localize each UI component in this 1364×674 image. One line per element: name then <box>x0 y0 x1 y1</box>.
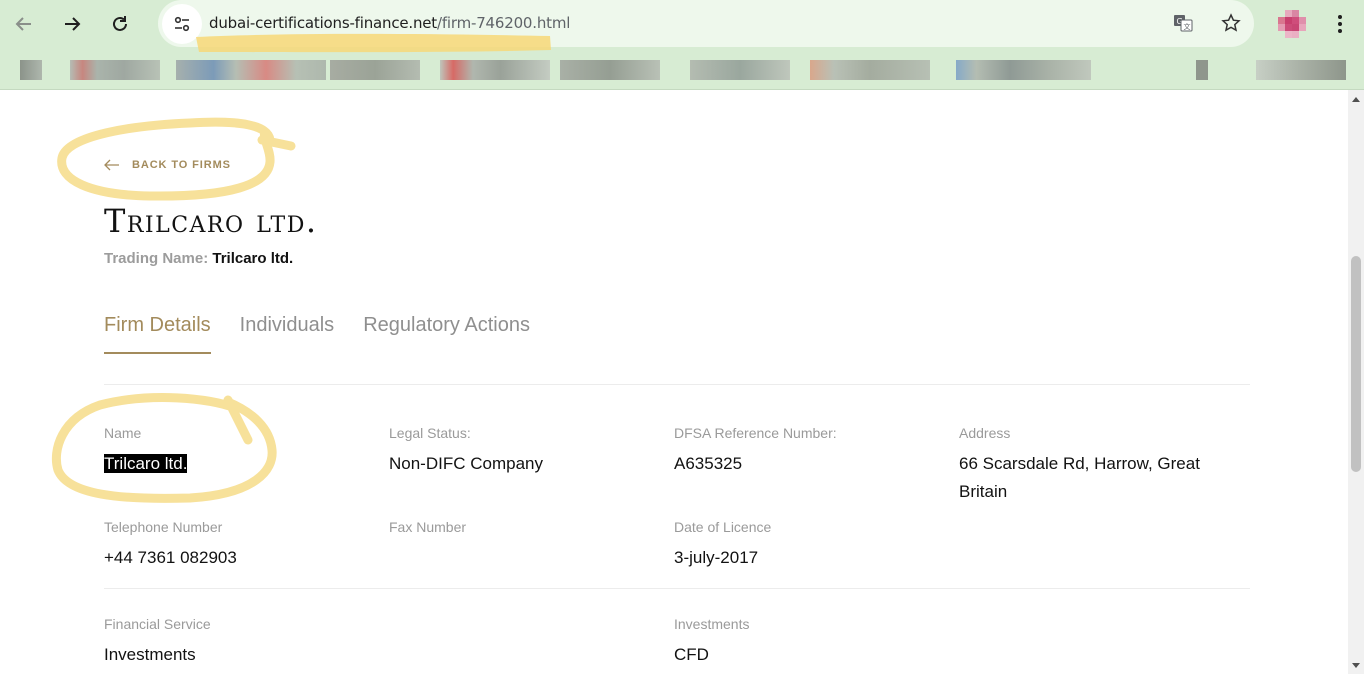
field-value: 3-july-2017 <box>674 548 759 567</box>
field-licence-date: Date of Licence 3-july-2017 <box>674 518 944 572</box>
field-financial-service: Financial Service Investments <box>104 615 374 669</box>
field-value: 66 Scarsdale Rd, Harrow, Great Britain <box>959 454 1200 501</box>
tab-regulatory-actions[interactable]: Regulatory Actions <box>363 314 530 354</box>
arrow-left-icon <box>104 159 119 171</box>
field-label: DFSA Reference Number: <box>674 425 837 441</box>
field-dfsa-reference: DFSA Reference Number: A635325 <box>674 424 944 478</box>
field-fax: Fax Number <box>389 518 659 544</box>
field-value: CFD <box>674 645 709 664</box>
trading-name-label: Trading Name: <box>104 250 209 267</box>
svg-text:文: 文 <box>1184 22 1191 31</box>
back-icon[interactable] <box>8 8 40 40</box>
divider <box>104 384 1250 385</box>
bookmark-item[interactable] <box>1196 60 1208 80</box>
star-icon[interactable] <box>1219 11 1243 35</box>
field-label: Address <box>959 425 1011 441</box>
profile-avatar[interactable] <box>1278 10 1306 38</box>
tab-firm-details[interactable]: Firm Details <box>104 314 211 354</box>
back-to-firms-link[interactable]: BACK TO FIRMS <box>104 159 231 171</box>
trading-name: Trading Name: Trilcaro ltd. <box>104 250 293 267</box>
field-label: Fax Number <box>389 519 467 535</box>
back-link-label: BACK TO FIRMS <box>132 159 231 171</box>
field-value: +44 7361 082903 <box>104 548 237 567</box>
field-label: Date of Licence <box>674 519 772 535</box>
field-label: Telephone Number <box>104 519 223 535</box>
field-address: Address 66 Scarsdale Rd, Harrow, Great B… <box>959 424 1219 506</box>
field-name: Name Trilcaro ltd. <box>104 424 374 478</box>
field-value: Trilcaro ltd. <box>104 450 374 478</box>
field-label: Investments <box>674 616 750 632</box>
bookmark-item[interactable] <box>176 60 326 80</box>
bookmarks-bar <box>0 52 1364 88</box>
bookmark-item[interactable] <box>440 60 550 80</box>
page-content: BACK TO FIRMS Trilcaro ltd. Trading Name… <box>0 90 1348 674</box>
bookmark-item[interactable] <box>956 60 1091 80</box>
bookmark-item[interactable] <box>330 60 420 80</box>
field-legal-status: Legal Status: Non-DIFC Company <box>389 424 659 478</box>
trading-name-value: Trilcaro ltd. <box>212 250 294 267</box>
scroll-thumb[interactable] <box>1351 256 1361 472</box>
site-info-icon[interactable] <box>162 4 202 44</box>
scroll-down-icon[interactable] <box>1352 663 1360 668</box>
bookmark-item[interactable] <box>70 60 160 80</box>
translate-icon[interactable]: G文 <box>1171 11 1195 35</box>
browser-toolbar: dubai-certifications-finance.net/firm-74… <box>0 0 1364 90</box>
field-value: Investments <box>104 645 196 664</box>
kebab-menu-icon[interactable] <box>1326 8 1354 40</box>
forward-icon[interactable] <box>56 8 88 40</box>
field-investments: Investments CFD <box>674 615 944 669</box>
tab-individuals[interactable]: Individuals <box>240 314 335 354</box>
field-label: Name <box>104 425 142 441</box>
field-label: Financial Service <box>104 616 211 632</box>
field-value: Non-DIFC Company <box>389 454 543 473</box>
bookmark-item[interactable] <box>810 60 930 80</box>
reload-icon[interactable] <box>104 8 136 40</box>
page-title: Trilcaro ltd. <box>104 202 318 240</box>
bookmark-item[interactable] <box>690 60 790 80</box>
page-scrollbar[interactable] <box>1348 90 1364 674</box>
url-text[interactable]: dubai-certifications-finance.net/firm-74… <box>209 14 570 32</box>
bookmark-item[interactable] <box>560 60 660 80</box>
scroll-up-icon[interactable] <box>1352 97 1360 102</box>
field-value: A635325 <box>674 454 743 473</box>
tab-bar: Firm Details Individuals Regulatory Acti… <box>104 314 530 354</box>
url-domain: dubai-certifications-finance.net <box>209 14 437 32</box>
address-bar[interactable]: dubai-certifications-finance.net/firm-74… <box>158 0 1254 47</box>
selected-text[interactable]: Trilcaro ltd. <box>104 454 188 473</box>
divider <box>104 588 1250 589</box>
bookmark-item[interactable] <box>1256 60 1346 80</box>
field-label: Legal Status: <box>389 425 471 441</box>
url-path: /firm-746200.html <box>436 14 571 32</box>
field-telephone: Telephone Number +44 7361 082903 <box>104 518 374 572</box>
bookmark-item[interactable] <box>20 60 42 80</box>
